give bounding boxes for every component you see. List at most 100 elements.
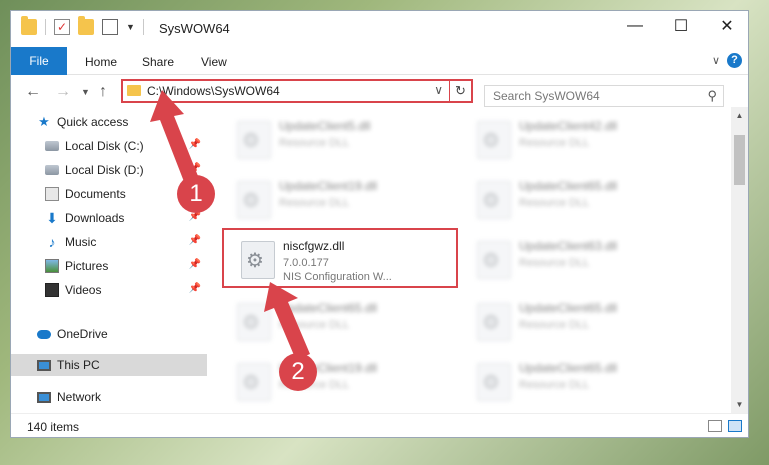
file-name: UpdateClient65.dll [519,361,618,375]
window-controls: — ☐ ✕ [612,11,748,41]
dll-file-icon [477,241,511,279]
file-type: Resource DLL [519,379,590,391]
step-1-badge: 1 [177,175,215,213]
explorer-window: ✓ ▼ SysWOW64 — ☐ ✕ File Home Share View … [10,10,749,438]
sidebar-item-label: Documents [65,187,126,201]
pin-icon[interactable]: 📌 [189,283,201,294]
network-icon [37,391,51,403]
tab-file[interactable]: File [11,47,67,75]
download-icon: ⬇ [46,210,58,226]
sidebar-item-label: OneDrive [57,327,108,341]
disk-icon [45,141,59,151]
picture-icon [45,259,59,273]
sidebar-item-label: Pictures [65,259,109,273]
recent-locations-icon[interactable]: ▼ [81,87,90,97]
list-item[interactable]: UpdateClient65.dll Resource DLL [471,293,693,349]
pin-icon[interactable]: 📌 [189,259,201,270]
file-type: Resource DLL [519,197,590,209]
arrow-to-file-icon [264,282,310,360]
item-count: 140 items [27,420,80,434]
sidebar-item-downloads[interactable]: ⬇ Downloads 📌 [11,207,207,229]
pin-icon[interactable]: 📌 [189,235,201,246]
tiles-view-icon[interactable] [728,420,742,432]
music-icon: ♪ [48,234,56,250]
close-button[interactable]: ✕ [704,11,748,41]
help-icon[interactable]: ? [727,53,742,68]
list-item[interactable]: UpdateClient5.dll Resource DLL [231,111,453,167]
file-type: Resource DLL [279,197,350,209]
dll-file-icon [477,121,511,159]
video-icon [45,283,59,297]
file-name: UpdateClient19.dll [279,179,378,193]
sidebar-item-label: Videos [65,283,102,297]
expand-ribbon-icon[interactable]: ∨ [712,54,720,67]
sidebar-item-label: Music [65,235,97,249]
sidebar-item-label: This PC [57,358,100,372]
quick-access-toolbar: ✓ ▼ [21,16,144,35]
file-name: UpdateClient5.dll [279,119,371,133]
toolbar-divider [45,19,46,35]
cloud-icon [37,329,51,339]
folder-icon [21,16,37,35]
sidebar-item-this-pc[interactable]: This PC [11,354,207,376]
list-item[interactable]: UpdateClient42.dll Resource DLL [471,111,693,167]
sidebar-item-network[interactable]: Network [11,386,207,408]
file-name: UpdateClient65.dll [519,301,618,315]
file-type: Resource DLL [279,137,350,149]
dll-file-icon [237,181,271,219]
ribbon-tabs: File Home Share View ∨ ? [11,47,748,75]
forward-arrow-icon[interactable]: → [55,83,71,101]
dll-file-icon [477,363,511,401]
details-view-icon[interactable] [708,420,722,432]
scroll-down-icon[interactable]: ▼ [731,396,748,413]
address-dropdown-icon[interactable]: ∨ [434,83,443,97]
sidebar-item-videos[interactable]: Videos 📌 [11,279,207,301]
qat-dropdown-icon[interactable]: ▼ [126,22,135,32]
window-title: SysWOW64 [159,21,230,36]
file-type: Resource DLL [519,257,590,269]
tab-share[interactable]: Share [130,51,186,73]
list-item[interactable]: UpdateClient19.dll Resource DLL [231,171,453,227]
dll-file-icon [237,363,271,401]
tab-home[interactable]: Home [73,51,129,73]
refresh-icon[interactable]: ↻ [449,81,471,101]
document-icon [45,187,59,201]
disk-icon [45,165,59,175]
file-type: Resource DLL [519,137,590,149]
search-icon[interactable]: ⚲ [707,88,717,104]
title-bar: ✓ ▼ SysWOW64 — ☐ ✕ [11,11,748,47]
back-arrow-icon[interactable]: ← [25,83,41,101]
scroll-up-icon[interactable]: ▲ [731,107,748,124]
sidebar-item-label: Network [57,390,102,404]
folder-icon [127,85,141,96]
tab-view[interactable]: View [189,51,239,73]
list-item[interactable]: UpdateClient65.dll Resource DLL [471,171,693,227]
vertical-scrollbar[interactable]: ▲ ▼ [731,107,748,413]
search-placeholder: Search SysWOW64 [493,89,600,103]
status-bar: 140 items [11,413,748,437]
file-type: Resource DLL [519,319,590,331]
minimize-button[interactable]: — [612,11,658,41]
sidebar-item-label: Quick access [57,115,129,129]
maximize-button[interactable]: ☐ [658,11,704,41]
star-icon: ★ [38,114,50,129]
dll-file-icon [477,181,511,219]
search-input[interactable]: Search SysWOW64 ⚲ [484,85,724,107]
file-name: UpdateClient65.dll [519,179,618,193]
sidebar-item-pictures[interactable]: Pictures 📌 [11,255,207,277]
sidebar-item-music[interactable]: ♪ Music 📌 [11,231,207,253]
properties-check-icon[interactable]: ✓ [54,19,70,35]
sidebar-item-onedrive[interactable]: OneDrive [11,323,207,345]
list-item[interactable]: UpdateClient63.dll Resource DLL [471,231,693,287]
new-folder-icon[interactable] [78,16,94,35]
dll-file-icon [477,303,511,341]
customize-icon[interactable] [102,19,118,35]
file-highlight-box [222,228,458,288]
sidebar-item-label: Downloads [65,211,125,225]
sidebar-item-label: Local Disk (C:) [65,139,144,153]
up-arrow-icon[interactable]: ↑ [99,83,107,101]
toolbar-divider [142,19,144,35]
list-item[interactable]: UpdateClient65.dll Resource DLL [471,353,693,409]
scrollbar-thumb[interactable] [734,135,745,185]
navigation-bar: ← → ▼ ↑ C:\Windows\SysWOW64 ∨ ↻ Search S… [11,75,748,107]
